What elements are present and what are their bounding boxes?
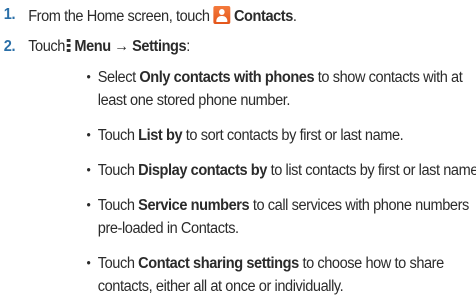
bullet-text-bold: Display contacts by bbox=[138, 162, 267, 179]
bullet-text: Select Only contacts with phones to show… bbox=[98, 69, 463, 87]
bullet-marker: • bbox=[86, 197, 91, 212]
menu-dots-icon bbox=[66, 39, 71, 53]
bullet-marker: • bbox=[86, 162, 91, 177]
bullet-text-bold: Contact sharing settings bbox=[138, 255, 299, 272]
bullet-marker: • bbox=[86, 255, 91, 270]
bullet-text: Touch Display contacts by to list contac… bbox=[98, 162, 476, 180]
bullet-text-pre: Touch bbox=[97, 162, 139, 179]
step-text: From the Home screen, touch Contacts. bbox=[28, 6, 297, 26]
bullet-text-post: to show contacts with at bbox=[314, 69, 463, 86]
bullet-text-cont: contacts, either all at once or individu… bbox=[97, 278, 344, 295]
bullet-text-pre: Touch bbox=[97, 255, 139, 272]
bullet-text-post: to list contacts by first or last name. bbox=[266, 162, 476, 179]
bullet-text-bold: Only contacts with phones bbox=[139, 69, 315, 86]
contacts-app-icon bbox=[213, 6, 231, 24]
step-number: 2. bbox=[3, 38, 16, 55]
bullet-text-bold: List by bbox=[138, 127, 183, 144]
step-text-pre: From the Home screen, touch bbox=[28, 8, 210, 25]
bullet-text-post: to call services with phone numbers bbox=[249, 197, 469, 214]
bullet-text-post: to sort contacts by first or last name. bbox=[182, 127, 404, 144]
step-text-pre: Touch bbox=[28, 38, 65, 55]
bullet-text-pre: Touch bbox=[97, 127, 139, 144]
bullet-marker: • bbox=[86, 127, 91, 142]
bullet-text-cont: least one stored phone number. bbox=[97, 92, 291, 109]
bullet-text: Touch Service numbers to call services w… bbox=[97, 197, 470, 215]
bullet-text-pre: Touch bbox=[97, 197, 139, 214]
bullet-marker: • bbox=[86, 69, 91, 84]
bullet-text: Touch List by to sort contacts by first … bbox=[98, 127, 404, 145]
step-text: Touch Menu → Settings: bbox=[28, 38, 190, 56]
step-text-post: . bbox=[292, 8, 297, 25]
bullet-text-bold: Service numbers bbox=[138, 197, 250, 214]
bullet-text-pre: Select bbox=[97, 69, 140, 86]
bullet-text-post: to choose how to share bbox=[298, 255, 444, 272]
step-text-post: : bbox=[186, 38, 190, 55]
step-text-bold: Menu → Settings bbox=[74, 38, 187, 55]
instructions-page: 1. From the Home screen, touch Contacts. … bbox=[0, 0, 476, 305]
step-text-bold: Contacts bbox=[233, 8, 293, 25]
bullet-text-cont: pre-loaded in Contacts. bbox=[97, 220, 239, 237]
step-number: 1. bbox=[3, 6, 16, 23]
bullet-text: Touch Contact sharing settings to choose… bbox=[98, 255, 444, 273]
